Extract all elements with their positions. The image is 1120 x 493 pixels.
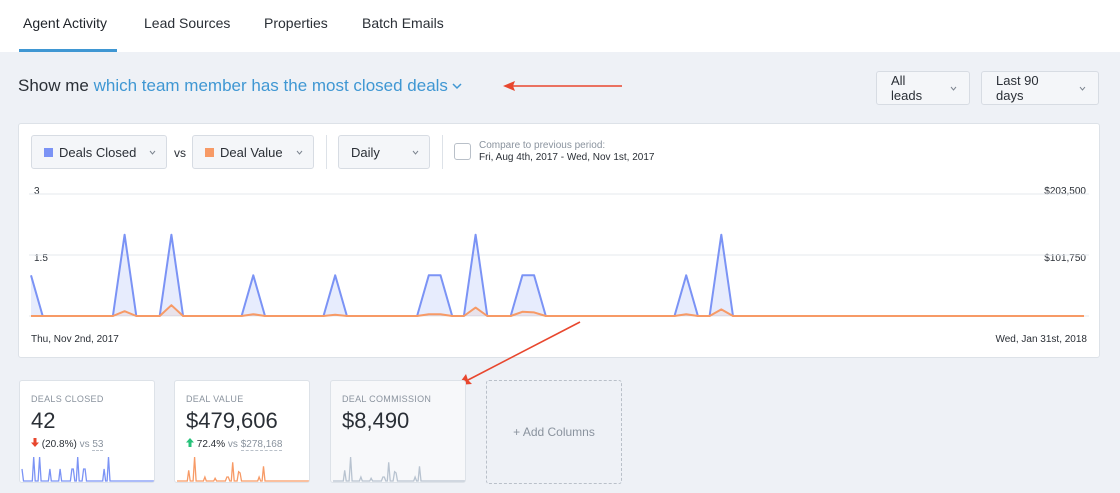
stat-change: 72.4% vs $278,168	[186, 438, 283, 451]
x-end-label: Wed, Jan 31st, 2018	[995, 334, 1087, 345]
chevron-down-icon	[452, 83, 462, 90]
metric-label: which team member has the most closed de…	[93, 76, 448, 95]
stat-title: DEAL VALUE	[186, 394, 244, 404]
chevron-down-icon	[1079, 86, 1086, 91]
deals-closed-series-line	[30, 233, 1084, 317]
tab-lead-sources[interactable]: Lead Sources	[144, 15, 230, 31]
deal-value-series-line	[31, 304, 1084, 317]
chevron-down-icon	[296, 150, 303, 155]
deals-closed-series-area	[31, 234, 1084, 316]
chevron-down-icon	[412, 150, 419, 155]
stat-change-percent: (20.8%)	[41, 439, 77, 450]
series2-label: Deal Value	[220, 144, 283, 160]
sparkline-commission	[333, 456, 465, 482]
arrow-up-icon	[186, 438, 194, 447]
tab-properties[interactable]: Properties	[264, 15, 328, 31]
stat-vs: vs	[227, 439, 238, 450]
stat-prev-value: 53	[92, 439, 104, 451]
stat-prev-value: $278,168	[240, 439, 283, 451]
vs-label: vs	[174, 146, 186, 160]
sparkline-commission-line	[333, 456, 465, 482]
divider	[442, 135, 443, 169]
value-swatch	[205, 147, 214, 157]
series2-select[interactable]: Deal Value	[192, 135, 314, 169]
active-tab-indicator	[19, 49, 117, 52]
period-filter-label: Last 90 days	[996, 73, 1039, 103]
stat-title: DEALS CLOSED	[31, 394, 104, 404]
deals-swatch	[44, 147, 53, 157]
granularity-select[interactable]: Daily	[338, 135, 430, 169]
report-question: Show me which team member has the most c…	[18, 76, 462, 96]
top-nav: Agent Activity Lead Sources Properties B…	[0, 0, 1120, 52]
compare-checkbox[interactable]	[454, 143, 471, 160]
x-start-label: Thu, Nov 2nd, 2017	[31, 334, 119, 345]
stat-card-deal-value[interactable]: DEAL VALUE $479,606 72.4% vs $278,168	[174, 380, 310, 483]
question-prefix: Show me	[18, 76, 89, 95]
stat-value: $8,490	[342, 408, 410, 433]
tab-agent-activity[interactable]: Agent Activity	[23, 15, 107, 31]
tab-batch-emails[interactable]: Batch Emails	[362, 15, 444, 31]
stat-card-deal-commission[interactable]: DEAL COMMISSION $8,490	[330, 380, 466, 483]
stat-title: DEAL COMMISSION	[342, 394, 432, 404]
stat-vs: vs	[79, 439, 90, 450]
granularity-label: Daily	[351, 144, 380, 160]
main-chart	[29, 193, 1089, 317]
chevron-down-icon	[950, 86, 957, 91]
sparkline-deals	[21, 456, 154, 482]
add-columns-label: + Add Columns	[513, 425, 595, 439]
period-filter-dropdown[interactable]: Last 90 days	[981, 71, 1099, 105]
compare-range: Fri, Aug 4th, 2017 - Wed, Nov 1st, 2017	[479, 152, 655, 163]
deal-value-series-area	[31, 305, 1084, 316]
series1-select[interactable]: Deals Closed	[31, 135, 167, 169]
stat-change-percent: 72.4%	[196, 439, 226, 450]
stat-value: $479,606	[186, 408, 278, 433]
chart-card: Deals Closed vs Deal Value Daily Compare…	[18, 123, 1100, 358]
stat-change: (20.8%) vs 53	[31, 438, 104, 451]
sparkline-deals-line	[21, 456, 154, 482]
stat-value: 42	[31, 408, 56, 433]
leads-filter-dropdown[interactable]: All leads	[876, 71, 970, 105]
leads-filter-label: All leads	[891, 73, 923, 103]
add-columns-button[interactable]: + Add Columns	[486, 380, 622, 484]
metric-dropdown[interactable]: which team member has the most closed de…	[94, 76, 462, 95]
sparkline-value	[177, 456, 309, 482]
chevron-down-icon	[149, 150, 156, 155]
stat-card-deals-closed[interactable]: DEALS CLOSED 42 (20.8%) vs 53	[19, 380, 155, 483]
sparkline-value-line	[177, 456, 309, 482]
divider	[326, 135, 327, 169]
annotation-arrow-question	[503, 81, 622, 91]
compare-label: Compare to previous period:	[479, 140, 606, 151]
arrow-down-icon	[31, 438, 39, 447]
series1-label: Deals Closed	[59, 144, 137, 160]
